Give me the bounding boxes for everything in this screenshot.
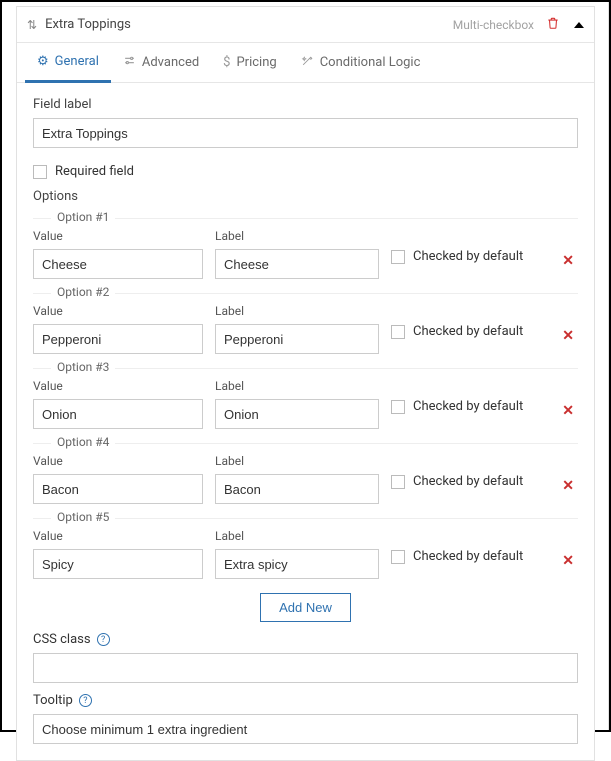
tooltip-input[interactable] bbox=[33, 714, 578, 744]
option-label-label: Label bbox=[215, 229, 379, 243]
checked-default-label: Checked by default bbox=[413, 474, 523, 489]
checked-default-checkbox[interactable] bbox=[391, 400, 405, 414]
tab-label: General bbox=[55, 54, 99, 69]
option-label-label: Label bbox=[215, 304, 379, 318]
checked-default-label: Checked by default bbox=[413, 249, 523, 264]
tab-advanced[interactable]: Advanced bbox=[111, 43, 211, 83]
required-label: Required field bbox=[55, 164, 134, 179]
scrollbar[interactable] bbox=[601, 2, 609, 730]
option-label-label: Label bbox=[215, 454, 379, 468]
drag-handle-icon[interactable]: ⇅ bbox=[27, 18, 35, 32]
checked-default-label: Checked by default bbox=[413, 324, 523, 339]
option-value-label: Value bbox=[33, 454, 203, 468]
option-value-input[interactable] bbox=[33, 249, 203, 279]
option-value-label: Value bbox=[33, 529, 203, 543]
tab-label: Conditional Logic bbox=[320, 55, 421, 70]
remove-option-button[interactable]: ✕ bbox=[562, 553, 574, 569]
option-fieldset: Option #4 Value Label Checked by default… bbox=[33, 443, 578, 504]
option-value-label: Value bbox=[33, 379, 203, 393]
checked-default-checkbox[interactable] bbox=[391, 550, 405, 564]
collapse-toggle-icon[interactable] bbox=[574, 22, 584, 28]
tab-conditional[interactable]: Conditional Logic bbox=[289, 43, 433, 83]
option-fieldset: Option #1 Value Label Checked by default… bbox=[33, 218, 578, 279]
option-label-input[interactable] bbox=[215, 399, 379, 429]
options-section-label: Options bbox=[33, 189, 578, 204]
option-legend: Option #5 bbox=[51, 510, 115, 524]
tab-label: Pricing bbox=[236, 55, 276, 70]
option-value-input[interactable] bbox=[33, 399, 203, 429]
checked-default-label: Checked by default bbox=[413, 399, 523, 414]
tab-general[interactable]: ⚙ General bbox=[25, 43, 111, 83]
wand-icon bbox=[301, 54, 314, 71]
option-legend: Option #4 bbox=[51, 435, 115, 449]
help-icon[interactable]: ? bbox=[79, 694, 92, 707]
option-value-input[interactable] bbox=[33, 474, 203, 504]
option-label-input[interactable] bbox=[215, 324, 379, 354]
tab-pricing[interactable]: $ Pricing bbox=[211, 43, 289, 83]
option-label-input[interactable] bbox=[215, 474, 379, 504]
option-legend: Option #1 bbox=[51, 210, 115, 224]
option-value-input[interactable] bbox=[33, 324, 203, 354]
field-label-label: Field label bbox=[33, 97, 578, 112]
option-fieldset: Option #3 Value Label Checked by default… bbox=[33, 368, 578, 429]
remove-option-button[interactable]: ✕ bbox=[562, 253, 574, 269]
option-fieldset: Option #2 Value Label Checked by default… bbox=[33, 293, 578, 354]
option-label-label: Label bbox=[215, 529, 379, 543]
option-legend: Option #2 bbox=[51, 285, 115, 299]
option-fieldset: Option #5 Value Label Checked by default… bbox=[33, 518, 578, 579]
field-label-input[interactable] bbox=[33, 118, 578, 148]
dollar-icon: $ bbox=[223, 55, 230, 70]
help-icon[interactable]: ? bbox=[97, 633, 110, 646]
css-class-input[interactable] bbox=[33, 653, 578, 683]
option-legend: Option #3 bbox=[51, 360, 115, 374]
option-label-input[interactable] bbox=[215, 549, 379, 579]
remove-option-button[interactable]: ✕ bbox=[562, 328, 574, 344]
checked-default-label: Checked by default bbox=[413, 549, 523, 564]
sliders-icon bbox=[123, 54, 136, 71]
add-new-button[interactable]: Add New bbox=[260, 593, 351, 622]
tabs: ⚙ General Advanced $ Pricing Conditional… bbox=[17, 43, 594, 83]
tooltip-label: Tooltip bbox=[33, 693, 73, 708]
panel-title: Extra Toppings bbox=[45, 17, 453, 32]
panel-header: ⇅ Extra Toppings Multi-checkbox bbox=[17, 7, 594, 43]
required-checkbox[interactable] bbox=[33, 165, 47, 179]
checked-default-checkbox[interactable] bbox=[391, 250, 405, 264]
option-value-label: Value bbox=[33, 229, 203, 243]
checked-default-checkbox[interactable] bbox=[391, 475, 405, 489]
gear-icon: ⚙ bbox=[37, 54, 49, 69]
field-type-label: Multi-checkbox bbox=[453, 18, 534, 32]
tab-label: Advanced bbox=[142, 55, 199, 70]
option-value-input[interactable] bbox=[33, 549, 203, 579]
option-value-label: Value bbox=[33, 304, 203, 318]
css-class-label: CSS class bbox=[33, 632, 91, 647]
option-label-input[interactable] bbox=[215, 249, 379, 279]
remove-option-button[interactable]: ✕ bbox=[562, 403, 574, 419]
option-label-label: Label bbox=[215, 379, 379, 393]
checked-default-checkbox[interactable] bbox=[391, 325, 405, 339]
remove-option-button[interactable]: ✕ bbox=[562, 478, 574, 494]
delete-button[interactable] bbox=[546, 16, 560, 34]
